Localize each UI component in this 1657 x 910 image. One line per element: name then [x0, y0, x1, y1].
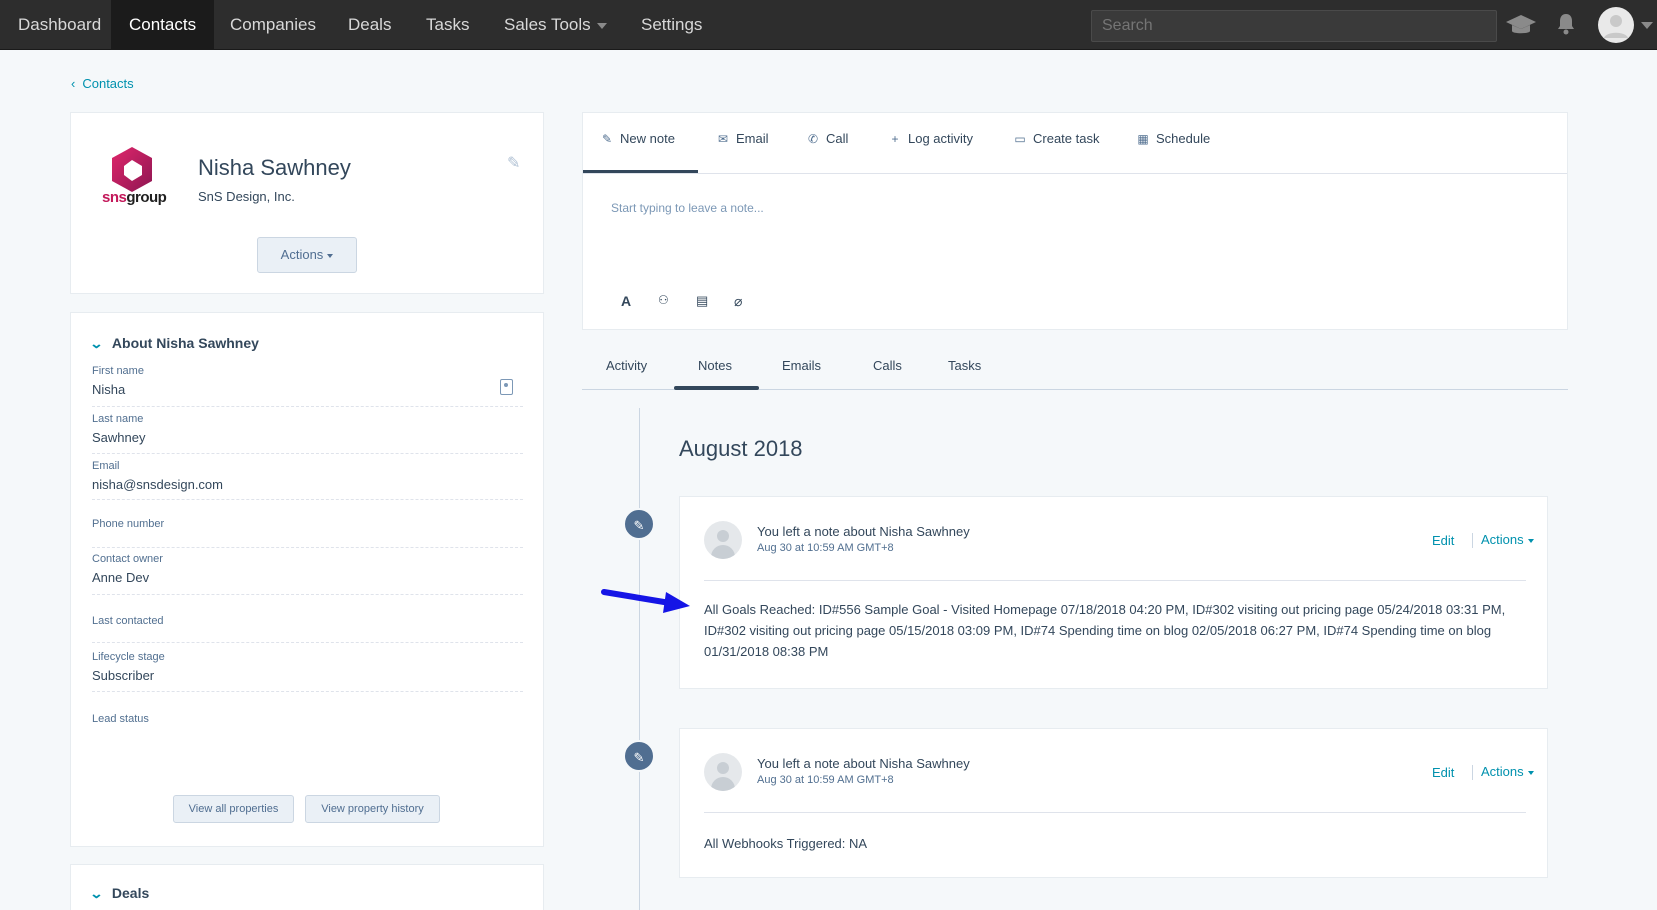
contact-name: Nisha Sawhney — [198, 155, 351, 180]
tab-notes[interactable]: Notes — [698, 358, 732, 373]
note-edit-icon: ✎ — [623, 508, 655, 540]
user-avatar-icon[interactable] — [1598, 7, 1634, 43]
annotation-arrow-icon — [601, 589, 690, 613]
note-actions-dropdown[interactable]: Actions — [1481, 764, 1534, 779]
property-last-contacted[interactable]: Last contacted — [92, 615, 523, 643]
tab-tasks[interactable]: Tasks — [948, 358, 981, 373]
task-icon: ▭ — [1014, 132, 1026, 146]
breadcrumb[interactable]: ‹ Contacts — [71, 76, 134, 91]
activity-tabs: Activity Notes Emails Calls Tasks — [582, 340, 1568, 390]
deals-card: ⌄ Deals — [70, 864, 544, 910]
note-composer: ✎ New note ✉ Email ✆ Call + Log activity ▭ Cr… — [582, 112, 1568, 330]
note-edit-icon: ✎ — [623, 740, 655, 772]
property-email[interactable]: Email nisha@snsdesign.com — [92, 460, 523, 500]
chevron-down-icon: ⌄ — [89, 336, 104, 351]
note-edit-link[interactable]: Edit — [1432, 765, 1454, 780]
tab-calls[interactable]: Calls — [873, 358, 902, 373]
plus-icon: + — [891, 132, 899, 146]
profile-card: snsgroup Nisha Sawhney SnS Design, Inc. … — [70, 112, 544, 294]
edit-icon: ✎ — [601, 132, 613, 146]
timeline-month-heading: August 2018 — [679, 436, 803, 461]
tab-log-activity[interactable]: + Log activity — [888, 129, 973, 149]
attachment-icon[interactable]: ⌀ — [734, 293, 742, 310]
property-contact-owner[interactable]: Contact owner Anne Dev — [92, 553, 523, 595]
nav-item-dashboard[interactable]: Dashboard — [0, 0, 119, 50]
tab-call[interactable]: ✆ Call — [806, 129, 848, 149]
tab-schedule[interactable]: ▦ Schedule — [1136, 129, 1210, 149]
calendar-icon: ▦ — [1137, 132, 1149, 146]
timeline-line — [639, 408, 640, 910]
note-header: You left a note about Nisha Sawhney — [757, 756, 970, 771]
profile-actions-button[interactable]: Actions — [257, 237, 357, 273]
nav-item-sales-tools-label: Sales Tools — [504, 15, 591, 34]
property-lifecycle-stage[interactable]: Lifecycle stage Subscriber — [92, 651, 523, 692]
company-logo-text: snsgroup — [102, 189, 167, 206]
divider — [1472, 533, 1473, 548]
nav-item-deals[interactable]: Deals — [330, 0, 409, 50]
note-card: You left a note about Nisha Sawhney Aug … — [679, 728, 1548, 878]
pencil-icon[interactable]: ✎ — [507, 153, 520, 173]
note-header: You left a note about Nisha Sawhney — [757, 524, 970, 539]
chevron-down-icon[interactable] — [1641, 22, 1653, 30]
avatar — [704, 521, 742, 559]
property-last-name[interactable]: Last name Sawhney — [92, 413, 523, 454]
note-card: You left a note about Nisha Sawhney Aug … — [679, 496, 1548, 689]
tab-create-task[interactable]: ▭ Create task — [1013, 129, 1099, 149]
note-timestamp: Aug 30 at 10:59 AM GMT+8 — [757, 542, 894, 554]
view-property-history-button[interactable]: View property history — [305, 795, 440, 823]
chevron-down-icon: ⌄ — [89, 886, 104, 901]
text-format-icon[interactable]: A — [621, 293, 631, 309]
chevron-left-icon: ‹ — [71, 76, 76, 91]
view-all-properties-button[interactable]: View all properties — [173, 795, 294, 823]
deals-section-toggle[interactable]: ⌄ Deals — [89, 885, 149, 902]
active-tab-indicator — [674, 386, 759, 390]
about-card: ⌄ About Nisha Sawhney First name Nisha La… — [70, 312, 544, 847]
property-phone-number[interactable]: Phone number — [92, 518, 523, 548]
top-nav: Dashboard Contacts Companies Deals Tasks… — [0, 0, 1657, 50]
note-body: All Webhooks Triggered: NA — [704, 836, 868, 851]
contact-card-icon[interactable] — [500, 379, 513, 395]
chevron-down-icon — [596, 22, 607, 29]
nav-item-settings[interactable]: Settings — [623, 0, 720, 50]
tab-email[interactable]: ✉ Email — [716, 129, 769, 149]
search-input[interactable] — [1091, 10, 1497, 42]
tab-new-note[interactable]: ✎ New note — [600, 129, 675, 149]
property-first-name[interactable]: First name Nisha — [92, 365, 523, 407]
avatar — [704, 753, 742, 791]
academy-icon[interactable] — [1505, 13, 1537, 37]
nav-item-sales-tools[interactable]: Sales Tools — [486, 0, 625, 50]
about-section-toggle[interactable]: ⌄ About Nisha Sawhney — [89, 335, 259, 352]
tab-emails[interactable]: Emails — [782, 358, 821, 373]
nav-item-contacts[interactable]: Contacts — [111, 0, 215, 50]
nav-item-companies[interactable]: Companies — [212, 0, 334, 50]
note-timestamp: Aug 30 at 10:59 AM GMT+8 — [757, 774, 894, 786]
divider — [1472, 765, 1473, 780]
note-input[interactable]: Start typing to leave a note... — [611, 201, 764, 215]
company-name[interactable]: SnS Design, Inc. — [198, 189, 295, 204]
note-divider — [704, 580, 1526, 581]
property-lead-status[interactable]: Lead status — [92, 713, 523, 741]
email-icon: ✉ — [717, 132, 729, 146]
note-divider — [704, 812, 1526, 813]
breadcrumb-contacts-link[interactable]: Contacts — [82, 76, 133, 91]
nav-item-tasks[interactable]: Tasks — [408, 0, 487, 50]
note-body: All Goals Reached: ID#556 Sample Goal - … — [704, 602, 1506, 659]
tab-activity[interactable]: Activity — [606, 358, 647, 373]
phone-icon: ✆ — [807, 132, 819, 146]
notifications-icon[interactable] — [1556, 12, 1576, 36]
personalize-icon[interactable]: ⚇ — [658, 293, 669, 307]
note-actions-dropdown[interactable]: Actions — [1481, 532, 1534, 547]
note-edit-link[interactable]: Edit — [1432, 533, 1454, 548]
snippet-icon[interactable]: ▤ — [696, 293, 708, 309]
composer-divider — [583, 173, 1567, 174]
